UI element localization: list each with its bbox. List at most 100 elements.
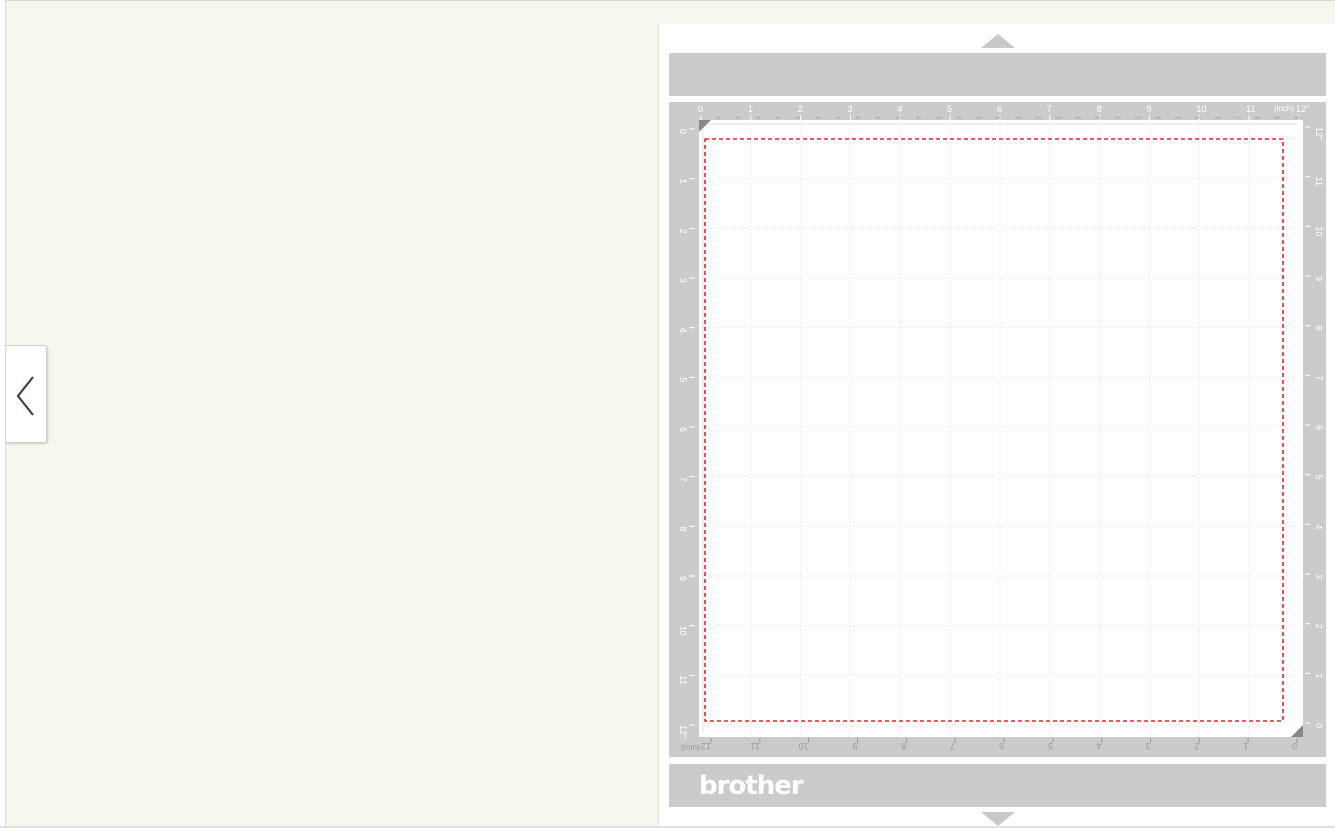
ruler-top-mm-label: 50 — [796, 115, 801, 120]
ruler-right-label: 11 — [1314, 177, 1324, 186]
scroll-up-button[interactable] — [981, 34, 1015, 48]
ruler-right-label: 12" — [1314, 127, 1324, 140]
ruler-right-label: 6 — [1314, 425, 1324, 430]
ruler-right-label: 7 — [1314, 375, 1324, 380]
ruler-top-mm-label: 270 — [1234, 115, 1241, 120]
ruler-top-mm-label: 230 — [1154, 115, 1161, 120]
ruler-top-mm-label: 290 — [1274, 115, 1281, 120]
ruler-left-label: 12" — [678, 725, 688, 738]
ruler-left-label: 2 — [678, 228, 688, 233]
cutting-mat: 0 1 2 3 4 5 6 7 8 9 10 11 12" 10 20 30 40 50 60 70 80 90 100 11… — [669, 102, 1326, 757]
ruler-top-label: 7 — [1047, 104, 1052, 114]
ruler-top-label: 4 — [897, 104, 902, 114]
ruler-top-mm-label: 280 — [1254, 115, 1261, 120]
unit-mm-label: (mm) — [681, 743, 700, 752]
brother-logo: brother — [699, 771, 804, 801]
ruler-top-mm-label: 130 — [955, 115, 962, 120]
ruler-bottom-label: 5 — [1048, 741, 1053, 751]
ruler-top-label: 10 — [1196, 104, 1206, 114]
ruler-top-mm-label: 70 — [836, 115, 841, 120]
ruler-top-mm-label: 240 — [1174, 115, 1181, 120]
ruler-left-label: 1 — [678, 179, 688, 184]
ruler-bottom-label: 9 — [852, 741, 857, 751]
ruler-bottom: 12" 11 10 9 8 7 6 5 4 3 2 1 0 — [698, 738, 1298, 751]
ruler-bottom-label: 4 — [1097, 741, 1102, 751]
chevron-left-icon — [16, 376, 34, 416]
ruler-top-mm-label: 90 — [875, 115, 880, 120]
ruler-top-label: 9 — [1147, 104, 1152, 114]
ruler-top-mm-label: 300 — [1294, 115, 1301, 120]
ruler-top-mm-label: 100 — [895, 115, 902, 120]
ruler-bottom-label: 8 — [901, 741, 906, 751]
ruler-left-label: 0 — [678, 129, 688, 134]
ruler-top-mm-label: 200 — [1095, 115, 1102, 120]
unit-inch-label: (inch) — [1274, 104, 1294, 113]
ruler-top-label: 5 — [947, 104, 952, 114]
ruler-right-label: 3 — [1314, 574, 1324, 579]
ruler-top-mm-label: 260 — [1214, 115, 1221, 120]
ruler-bottom-label: 1 — [1243, 741, 1248, 751]
ruler-bottom-label: 10 — [799, 741, 809, 751]
ruler-top-label: 8 — [1097, 104, 1102, 114]
ruler-top-label: 12" — [1296, 104, 1309, 114]
ruler-top-label: 1 — [748, 104, 753, 114]
ruler-right-label: 5 — [1314, 475, 1324, 480]
ruler-bottom-label: 11 — [750, 741, 759, 751]
ruler-right: 12"11109876543210 — [1305, 126, 1324, 728]
ruler-left: 0 1 2 3 4 5 6 7 8 9 10 11 12" — [678, 128, 695, 738]
ruler-top-label: 6 — [997, 104, 1002, 114]
ruler-left-label: 11 — [678, 675, 688, 684]
ruler-top-mm-label: 80 — [855, 115, 860, 120]
ruler-bottom-label: 12" — [698, 741, 711, 751]
ruler-top-mm-label: 210 — [1115, 115, 1122, 120]
ruler-right-label: 0 — [1314, 723, 1324, 728]
collapse-panel-button[interactable] — [6, 345, 47, 443]
ruler-top-label: 3 — [848, 104, 853, 114]
ruler-bottom-label: 7 — [950, 741, 955, 751]
ruler-top-mm-label: 150 — [995, 115, 1002, 120]
ruler-top-mm-label: 40 — [776, 115, 781, 120]
ruler-right-label: 9 — [1314, 276, 1324, 281]
ruler-top-label: 11 — [1246, 104, 1255, 114]
ruler-top-mm-label: 220 — [1135, 115, 1142, 120]
ruler-left-label: 3 — [678, 278, 688, 283]
ruler-right-label: 10 — [1314, 226, 1324, 236]
mat-top-bar — [669, 53, 1326, 96]
ruler-left-label: 5 — [678, 377, 688, 382]
ruler-top-mm-label: 190 — [1075, 115, 1082, 120]
ruler-right-label: 4 — [1314, 524, 1324, 529]
ruler-left-label: 8 — [678, 526, 688, 531]
ruler-top-mm-label: 170 — [1035, 115, 1042, 120]
mat-preview-panel: 0 1 2 3 4 5 6 7 8 9 10 11 12" 10 20 30 40 50 60 70 80 90 100 11… — [658, 24, 1335, 826]
ruler-top-mm-label: 60 — [816, 115, 821, 120]
ruler-bottom-label: 2 — [1194, 741, 1199, 751]
scroll-down-button[interactable] — [981, 812, 1015, 826]
ruler-left-label: 4 — [678, 328, 688, 333]
ruler-top-mm-label: 110 — [915, 115, 922, 120]
ruler-top-mm-label: 160 — [1015, 115, 1022, 120]
triangle-down-icon — [981, 812, 1015, 826]
ruler-left-label: 10 — [678, 626, 688, 636]
ruler-top-label: 0 — [698, 104, 703, 114]
ruler-left-label: 9 — [678, 576, 688, 581]
window-top-border — [0, 0, 1335, 1]
ruler-right-label: 8 — [1314, 326, 1324, 331]
ruler-top: 0 1 2 3 4 5 6 7 8 9 10 11 12" 10 20 30 40 50 60 70 80 90 100 11… — [698, 104, 1309, 120]
ruler-top-mm-label: 10 — [716, 115, 721, 120]
ruler-top-mm-label: 30 — [756, 115, 761, 120]
ruler-top-mm-label: 120 — [935, 115, 942, 120]
ruler-bottom-label: 6 — [999, 741, 1004, 751]
mat-bottom-bar: brother — [669, 764, 1326, 807]
mat-drawing: 0 1 2 3 4 5 6 7 8 9 10 11 12"10 20 30 40 50 60 70 80 90 100 11… — [678, 104, 1324, 752]
ruler-bottom-label: 3 — [1145, 741, 1150, 751]
ruler-top-mm-label: 180 — [1055, 115, 1062, 120]
ruler-top-mm-label: 20 — [736, 115, 741, 120]
ruler-right-label: 2 — [1314, 624, 1324, 629]
mat-white-area — [699, 120, 1303, 737]
ruler-left-label: 7 — [678, 477, 688, 482]
triangle-up-icon — [981, 34, 1015, 48]
ruler-bottom-label: 0 — [1292, 741, 1297, 751]
ruler-left-label: 6 — [678, 427, 688, 432]
ruler-top-mm-label: 250 — [1194, 115, 1201, 120]
ruler-top-mm-label: 140 — [975, 115, 982, 120]
